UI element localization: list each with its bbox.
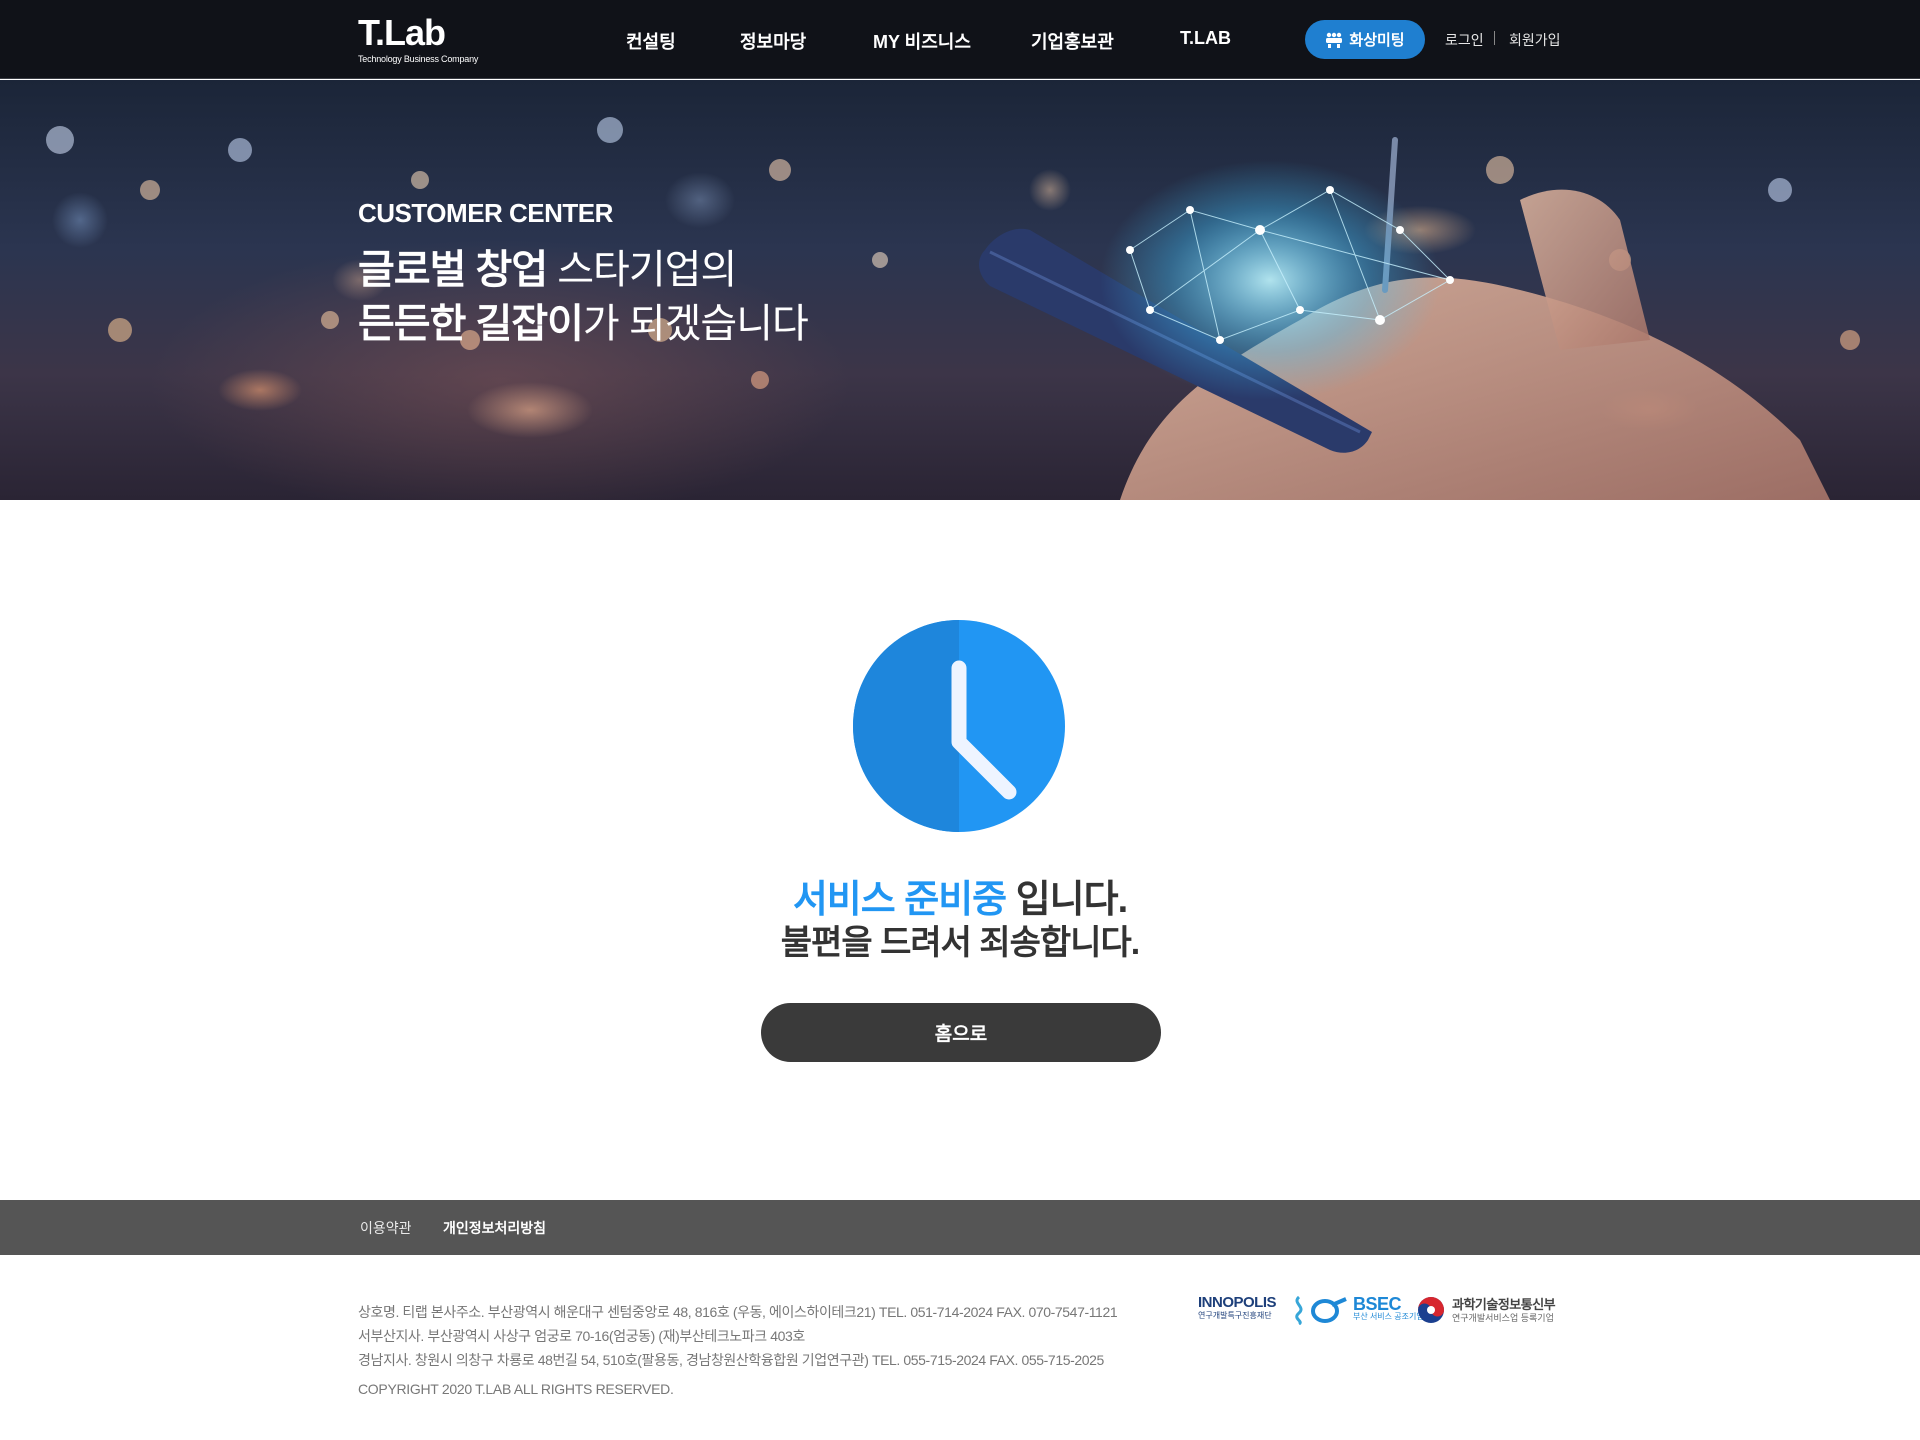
innopolis-logo: INNOPOLIS 연구개발특구진흥재단 — [1198, 1294, 1277, 1321]
msit-sub: 연구개발서비스업 등록기업 — [1452, 1313, 1554, 1323]
hero-headline-line1: 글로벌 창업 스타기업의 — [358, 243, 808, 297]
meeting-people-icon — [1326, 32, 1343, 48]
company-info: 상호명. 티랩 본사주소. 부산광역시 해운대구 센텀중앙로 48, 816호 … — [358, 1300, 1178, 1372]
bsec-name: BSEC — [1353, 1294, 1402, 1314]
bsec-logo: BSEC 부산 서비스 공조기업 — [1310, 1295, 1424, 1323]
hero-headline-line2-bold: 든든한 길잡이 — [358, 302, 584, 346]
hero-headline-line1-rest: 스타기업의 — [547, 248, 737, 292]
home-button[interactable]: 홈으로 — [761, 1003, 1161, 1062]
nav-item-company-pr[interactable]: 기업홍보관 — [1031, 28, 1114, 54]
nav-item-tlab[interactable]: T.LAB — [1180, 28, 1231, 49]
taegeuk-emblem-icon — [1418, 1297, 1444, 1323]
footer-link-bar: 이용약관 개인정보처리방침 — [0, 1200, 1920, 1255]
site-header: T.Lab Technology Business Company 컨설팅 정보… — [0, 0, 1920, 79]
copyright: COPYRIGHT 2020 T.LAB ALL RIGHTS RESERVED… — [358, 1381, 674, 1397]
nav-item-consulting[interactable]: 컨설팅 — [626, 28, 676, 54]
bsec-emblem-icon — [1311, 1297, 1347, 1323]
hero-headline-line2: 든든한 길잡이가 되겠습니다 — [358, 297, 809, 351]
video-meeting-button[interactable]: 화상미팅 — [1305, 20, 1425, 59]
msit-logo: 과학기술정보통신부 연구개발서비스업 등록기업 — [1416, 1295, 1556, 1325]
privacy-policy-link[interactable]: 개인정보처리방침 — [443, 1218, 546, 1238]
clock-icon — [853, 620, 1065, 832]
hero-background-image — [46, 117, 1860, 500]
innopolis-name: INNOPOLIS — [1198, 1294, 1277, 1311]
signup-link[interactable]: 회원가입 — [1509, 30, 1561, 50]
logo-tagline: Technology Business Company — [358, 54, 479, 64]
partner-logos: INNOPOLIS 연구개발특구진흥재단 BSEC 부산 서비스 공조기업 과학… — [1198, 1293, 1562, 1327]
nav-item-info[interactable]: 정보마당 — [740, 28, 806, 54]
hero-kicker: CUSTOMER CENTER — [358, 198, 613, 228]
innopolis-sub: 연구개발특구진흥재단 — [1198, 1311, 1272, 1320]
login-link[interactable]: 로그인 — [1445, 30, 1484, 50]
logo[interactable]: T.Lab Technology Business Company — [358, 12, 479, 65]
hero-headline-line1-bold: 글로벌 창업 — [358, 248, 548, 292]
apology-message: 불편을 드려서 죄송합니다. — [780, 924, 1140, 962]
company-info-line: 서부산지사. 부산광역시 사상구 엄궁로 70-16(엄궁동) (재)부산테크노… — [358, 1328, 805, 1344]
company-info-line: 상호명. 티랩 본사주소. 부산광역시 해운대구 센텀중앙로 48, 816호 … — [358, 1304, 1118, 1320]
hero-banner: CUSTOMER CENTER 글로벌 창업 스타기업의 든든한 길잡이가 되겠… — [0, 80, 1920, 500]
bsec-sub: 부산 서비스 공조기업 — [1353, 1312, 1424, 1321]
hero-headline-line2-rest: 가 되겠습니다 — [582, 302, 809, 346]
auth-divider — [1494, 31, 1495, 45]
msit-name: 과학기술정보통신부 — [1452, 1297, 1556, 1312]
nav-item-my-business[interactable]: MY 비즈니스 — [873, 28, 971, 54]
terms-link[interactable]: 이용약관 — [360, 1218, 412, 1238]
video-meeting-label: 화상미팅 — [1349, 32, 1405, 49]
service-preparing-section: 서비스 준비중 입니다. 불편을 드려서 죄송합니다. 홈으로 — [0, 500, 1920, 1200]
innopolis-emblem-icon — [1295, 1295, 1303, 1325]
hero-text: CUSTOMER CENTER 글로벌 창업 스타기업의 든든한 길잡이가 되겠… — [358, 198, 809, 351]
logo-text: T.Lab — [358, 12, 446, 53]
company-info-line: 경남지사. 창원시 의창구 차룡로 48번길 54, 510호(팔용동, 경남창… — [358, 1352, 1104, 1368]
